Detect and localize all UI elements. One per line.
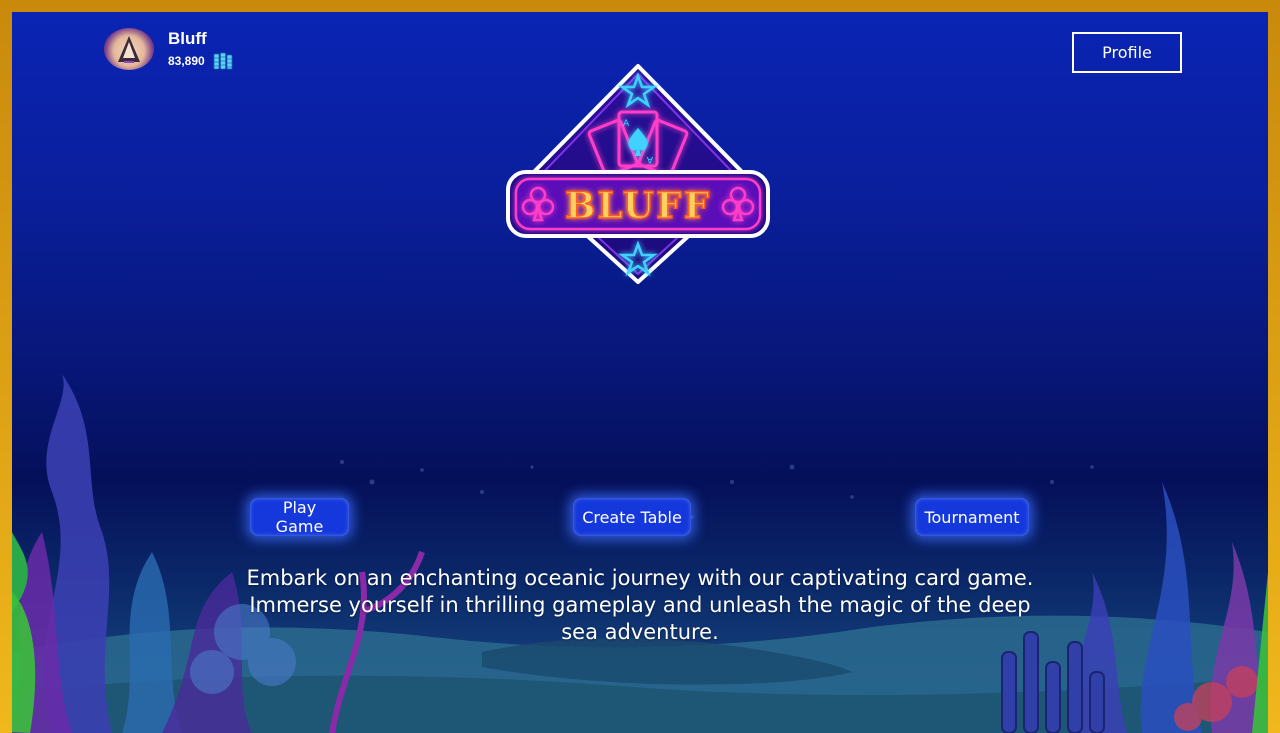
user-name: Bluff <box>168 28 207 48</box>
play-game-button[interactable]: Play Game <box>250 498 349 536</box>
avatar[interactable] <box>104 28 154 70</box>
create-table-button[interactable]: Create Table <box>573 498 691 536</box>
coins-row: 83,890 <box>168 52 233 70</box>
game-frame: Bluff 83,890 Profile A A BLUFF Play Game… <box>0 0 1280 733</box>
game-stage: Bluff 83,890 Profile A A BLUFF Play Game… <box>12 12 1268 733</box>
svg-text:A: A <box>646 154 653 164</box>
logo-text: BLUFF <box>565 185 711 227</box>
bluff-logo: A A BLUFF <box>506 64 770 284</box>
chips-stack-icon <box>213 52 233 69</box>
svg-text:A: A <box>623 119 630 129</box>
profile-button[interactable]: Profile <box>1072 32 1182 73</box>
coin-balance: 83,890 <box>168 53 205 68</box>
tournament-button[interactable]: Tournament <box>915 498 1029 536</box>
user-text: Bluff 83,890 <box>168 29 233 70</box>
tagline: Embark on an enchanting oceanic journey … <box>246 566 1034 644</box>
user-info: Bluff 83,890 <box>104 28 233 70</box>
avatar-icon <box>118 36 140 63</box>
